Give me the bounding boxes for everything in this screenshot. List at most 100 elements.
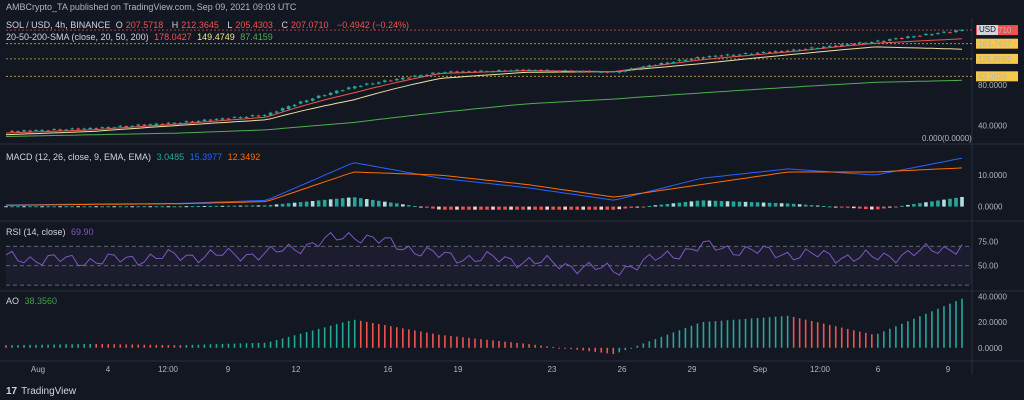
ao-bar-95 — [576, 347, 578, 350]
macd-hist-bar-110 — [665, 203, 670, 207]
ao-bar-106 — [642, 343, 645, 348]
macd-hist-bar-25 — [154, 206, 159, 208]
ao-bar-41 — [251, 343, 254, 348]
macd-hist-bar-76 — [461, 206, 465, 210]
candle-body-27 — [166, 122, 171, 124]
ao-bar-35 — [215, 344, 218, 348]
macd-hist-bar-108 — [653, 205, 658, 207]
candle-body-30 — [184, 121, 189, 123]
ao-bar-150 — [907, 321, 909, 348]
candle-body-33 — [202, 119, 207, 122]
macd-hist-bar-36 — [220, 205, 225, 207]
ao-bar-132 — [798, 318, 801, 348]
sma50-line — [5, 46, 963, 136]
ao-axis-tick-0: 40.0000 — [978, 293, 1007, 302]
candle-body-133 — [803, 49, 808, 51]
candle-body-16 — [100, 127, 105, 129]
time-axis-label-8: 26 — [618, 365, 627, 374]
macd-hist-bar-156 — [942, 199, 946, 207]
ao-bar-36 — [221, 343, 224, 348]
candle-body-117 — [707, 56, 712, 58]
macd-hist-bar-104 — [629, 206, 634, 208]
candle-body-89 — [539, 69, 543, 71]
ao-bar-48 — [293, 335, 296, 348]
macd-hist-bar-55 — [334, 198, 339, 207]
macd-hist-bar-4 — [28, 206, 32, 208]
candle-body-93 — [563, 70, 567, 72]
rsi-axis-tick-0: 75.00 — [978, 237, 999, 246]
ao-bar-145 — [877, 333, 879, 348]
macd-hist-bar-1 — [10, 206, 14, 208]
candle-body-155 — [936, 33, 940, 35]
candle-body-14 — [88, 127, 92, 130]
candle-body-126 — [761, 51, 766, 53]
ao-bar-47 — [287, 336, 290, 348]
macd-hist-bar-88 — [533, 206, 537, 210]
candle-body-149 — [900, 38, 904, 40]
candle-body-34 — [208, 119, 213, 121]
candle-body-120 — [725, 54, 730, 56]
ao-bar-156 — [943, 306, 945, 348]
macd-hist-bar-159 — [960, 196, 964, 207]
ao-bar-92 — [558, 347, 560, 349]
price-level-text-2: 125.9592 — [978, 55, 1012, 64]
macd-hist-bar-60 — [364, 199, 369, 207]
ao-bar-45 — [275, 340, 278, 348]
ao-bar-155 — [937, 308, 939, 348]
candle-body-36 — [220, 118, 225, 120]
candle-body-54 — [328, 92, 333, 95]
ao-bar-51 — [311, 330, 314, 348]
candle-body-9 — [58, 129, 62, 131]
ao-bar-117 — [708, 321, 711, 348]
candle-body-80 — [485, 71, 489, 73]
ao-bar-153 — [925, 313, 927, 348]
macd-hist-bar-2 — [16, 206, 20, 208]
ao-bar-12 — [77, 344, 79, 348]
candle-body-17 — [106, 127, 111, 129]
macd-hist-bar-132 — [797, 204, 802, 207]
macd-hist-bar-87 — [527, 206, 531, 210]
candle-body-106 — [641, 66, 646, 69]
candle-body-100 — [605, 71, 610, 73]
candle-body-146 — [882, 40, 886, 42]
macd-hist-bar-48 — [292, 202, 297, 207]
macd-hist-bar-75 — [455, 206, 459, 210]
candle-body-24 — [148, 124, 153, 126]
usd-currency-label[interactable]: USD — [977, 25, 998, 35]
macd-signal-line — [5, 167, 963, 206]
macd-hist-bar-140 — [845, 206, 850, 208]
ao-bar-133 — [804, 319, 807, 348]
ao-bar-125 — [756, 318, 759, 348]
ao-bar-85 — [516, 342, 518, 348]
ao-bar-70 — [426, 332, 428, 348]
candle-body-158 — [954, 30, 958, 33]
macd-hist-bar-57 — [346, 197, 351, 207]
candle-body-40 — [244, 116, 249, 118]
macd-hist-bar-118 — [713, 200, 718, 207]
macd-hist-bar-126 — [761, 202, 766, 207]
macd-hist-bar-112 — [677, 202, 682, 207]
time-axis-label-13: 9 — [946, 365, 951, 374]
ao-bar-20 — [125, 344, 128, 348]
macd-hist-bar-15 — [94, 206, 98, 208]
ao-bar-57 — [347, 320, 350, 348]
ao-bar-52 — [317, 328, 320, 348]
ao-bar-146 — [883, 331, 885, 348]
candle-body-86 — [521, 69, 525, 71]
candle-body-60 — [364, 83, 369, 85]
macd-hist-bar-46 — [280, 203, 285, 207]
macd-hist-bar-141 — [851, 206, 856, 209]
macd-hist-bar-16 — [100, 206, 105, 208]
ao-bar-113 — [684, 327, 687, 348]
macd-hist-bar-89 — [539, 206, 543, 210]
ao-bar-73 — [444, 335, 446, 348]
time-axis-label-6: 19 — [454, 365, 463, 374]
chart-canvas[interactable]: 207.0710163.7437125.959293.203080.000040… — [0, 0, 1024, 400]
candle-body-2 — [16, 131, 20, 133]
macd-hist-bar-52 — [316, 200, 321, 207]
macd-hist-bar-12 — [76, 206, 80, 208]
macd-hist-bar-158 — [954, 197, 958, 207]
macd-hist-bar-119 — [719, 201, 724, 207]
ao-bar-32 — [197, 344, 200, 348]
macd-hist-bar-142 — [857, 206, 862, 209]
